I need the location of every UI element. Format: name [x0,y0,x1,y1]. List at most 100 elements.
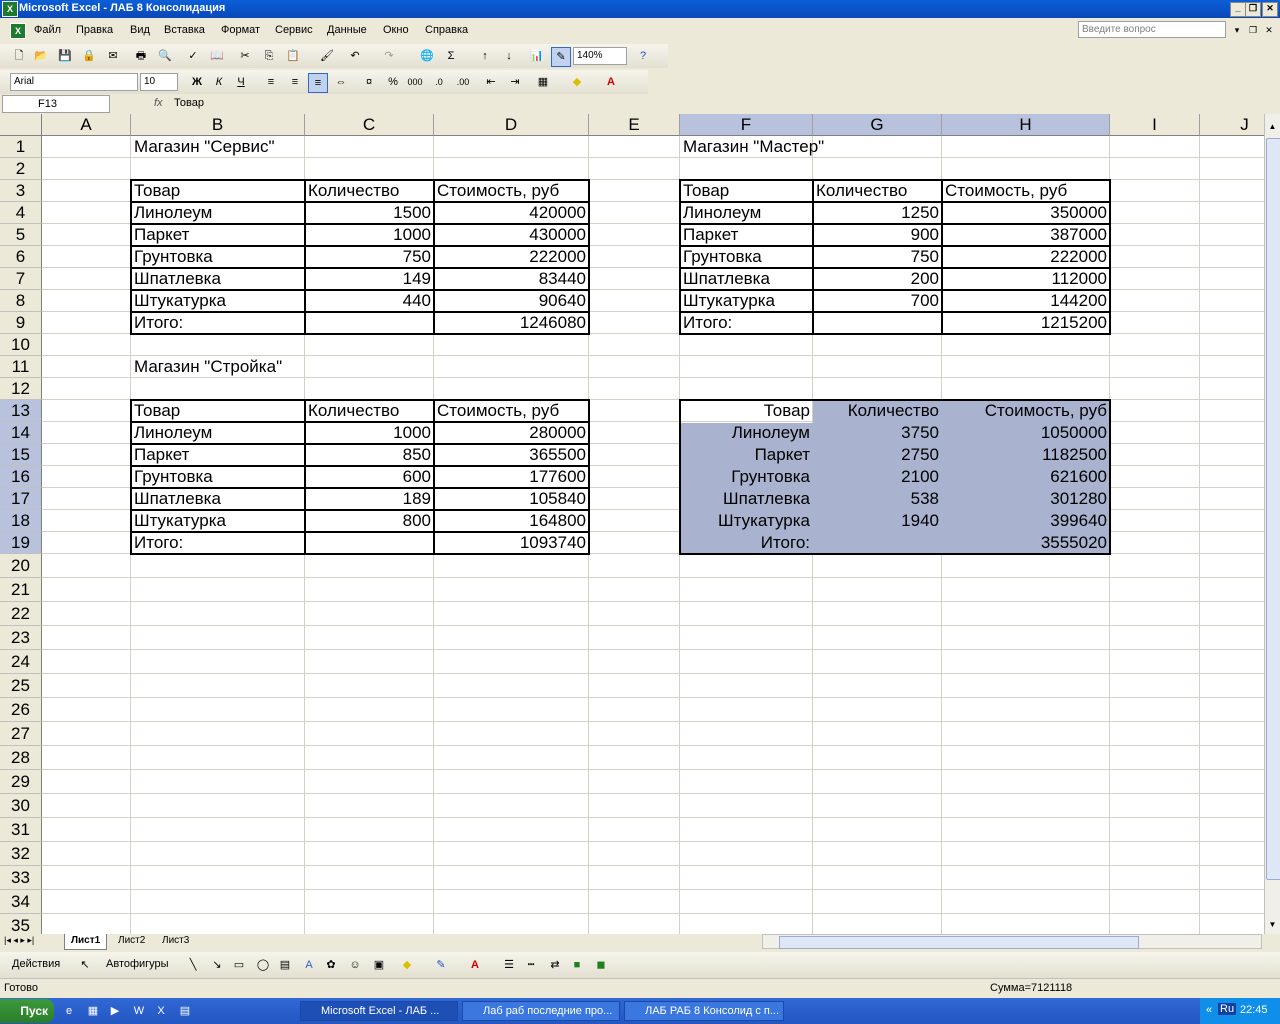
row-header-11[interactable]: 11 [0,356,42,378]
menu-data[interactable]: Данные [327,24,367,36]
close-button[interactable]: ✕ [1262,2,1278,17]
menu-window[interactable]: Окно [383,24,409,36]
column-header-J[interactable]: J [1200,114,1264,136]
line-color-icon[interactable]: ✎ [432,956,450,974]
3d-icon[interactable]: ◼ [592,956,610,974]
select-objects-icon[interactable]: ↖ [76,956,94,974]
spreadsheet-grid[interactable]: ABCDEFGHIJ 1 2 3 4 5 6 7 8 9 10 11 12 13 14 15 16 17 18 19… [0,114,1264,934]
chart-wizard-icon[interactable]: 📊 [528,47,546,65]
diagram-icon[interactable]: ✿ [322,956,340,974]
permission-icon[interactable]: 🔒 [80,47,98,65]
table-title[interactable]: Магазин "Сервис" [131,136,431,157]
print-preview-icon[interactable]: 🔍 [156,47,174,65]
row-header-21[interactable]: 21 [0,578,42,602]
row-header-9[interactable]: 9 [0,312,42,334]
tray-expand-icon[interactable]: « [1206,1004,1212,1016]
menu-file[interactable]: Файл [34,24,61,36]
row-header-16[interactable]: 16 [0,466,42,488]
column-header-H[interactable]: H [942,114,1110,136]
paste-icon[interactable]: 📋 [284,47,302,65]
decrease-decimal-icon[interactable]: .00 [454,73,472,91]
table-title[interactable]: Магазин "Мастер" [680,136,980,157]
scroll-up-icon[interactable]: ▲ [1265,118,1280,136]
select-all-corner[interactable] [0,114,42,136]
word-icon[interactable]: W [130,1002,148,1020]
bold-icon[interactable]: Ж [188,73,206,91]
print-icon[interactable]: 🖶 [132,47,150,65]
menu-insert[interactable]: Вставка [164,24,205,36]
shadow-icon[interactable]: ■ [568,956,586,974]
row-header-22[interactable]: 22 [0,602,42,626]
align-right-icon[interactable]: ≡ [308,73,328,93]
drawing-toggle-icon[interactable]: ✎ [551,47,571,67]
column-header-A[interactable]: A [42,114,131,136]
menu-help[interactable]: Справка [425,24,468,36]
first-sheet-icon[interactable]: |◂ ◂ ▸ ▸| [4,935,34,946]
scroll-down-icon[interactable]: ▼ [1265,916,1280,934]
help-icon[interactable]: ? [634,47,652,65]
row-header-24[interactable]: 24 [0,650,42,674]
actions-menu[interactable]: Действия [12,958,60,970]
row-header-28[interactable]: 28 [0,746,42,770]
currency-icon[interactable]: ¤ [360,73,378,91]
minimize-button[interactable]: _ [1230,2,1246,17]
row-header-3[interactable]: 3 [0,180,42,202]
row-header-7[interactable]: 7 [0,268,42,290]
textbox-icon[interactable]: ▤ [276,956,294,974]
table-title[interactable]: Магазин "Стройка" [131,356,431,377]
sheet-tab-1[interactable]: Лист1 [64,934,108,950]
row-header-15[interactable]: 15 [0,444,42,466]
h-scroll-thumb[interactable] [779,936,1139,949]
workbook-icon[interactable]: X [10,23,26,39]
undo-icon[interactable]: ↶ [346,47,364,65]
increase-indent-icon[interactable]: ⇥ [506,73,524,91]
redo-icon[interactable]: ↷ [380,47,398,65]
language-indicator[interactable]: Ru [1218,1003,1237,1015]
column-header-E[interactable]: E [589,114,680,136]
arrow-icon[interactable]: ↘ [208,956,226,974]
excel-quick-icon[interactable]: X [152,1002,170,1020]
task-folder[interactable]: Лаб раб последние про... [462,1001,620,1021]
ie-icon[interactable]: e [60,1002,78,1020]
email-icon[interactable]: ✉ [104,47,122,65]
copy-icon[interactable]: ⎘ [260,47,278,65]
row-header-32[interactable]: 32 [0,842,42,866]
formula-input[interactable]: Товар [174,97,204,109]
format-painter-icon[interactable]: 🖌 [318,47,336,65]
menu-edit[interactable]: Правка [76,24,113,36]
wordart-icon[interactable]: A [300,956,318,974]
row-header-2[interactable]: 2 [0,158,42,180]
underline-icon[interactable]: Ч [232,73,250,91]
vertical-scrollbar[interactable]: ▲ ▼ [1264,114,1280,934]
line-icon[interactable]: ╲ [184,956,202,974]
row-header-23[interactable]: 23 [0,626,42,650]
row-header-4[interactable]: 4 [0,202,42,224]
row-header-35[interactable]: 35 [0,914,42,934]
open-icon[interactable]: 📂 [32,47,50,65]
borders-icon[interactable]: ▦ [534,73,552,91]
draw-fill-color-icon[interactable]: ◆ [398,956,416,974]
close-workbook-icon[interactable]: ✕ [1260,21,1278,39]
row-header-31[interactable]: 31 [0,818,42,842]
row-header-12[interactable]: 12 [0,378,42,400]
font-color-icon[interactable]: A [602,73,620,91]
row-header-34[interactable]: 34 [0,890,42,914]
horizontal-scrollbar[interactable] [762,934,1262,949]
sheet-tab-2[interactable]: Лист2 [112,934,151,949]
save-icon[interactable]: 💾 [56,47,74,65]
task-excel[interactable]: Microsoft Excel - ЛАБ ... [300,1001,458,1021]
menu-view[interactable]: Вид [130,24,150,36]
fx-icon[interactable]: fx [154,97,163,109]
italic-icon[interactable]: К [210,73,228,91]
column-header-F[interactable]: F [680,114,813,136]
row-header-29[interactable]: 29 [0,770,42,794]
new-icon[interactable]: 🗋 [10,47,28,65]
spelling-icon[interactable]: ✓ [184,47,202,65]
align-left-icon[interactable]: ≡ [262,73,280,91]
row-header-30[interactable]: 30 [0,794,42,818]
row-header-6[interactable]: 6 [0,246,42,268]
column-header-B[interactable]: B [131,114,305,136]
row-header-1[interactable]: 1 [0,136,42,158]
sort-ascending-icon[interactable]: ↑ [476,47,494,65]
menu-format[interactable]: Формат [221,24,260,36]
